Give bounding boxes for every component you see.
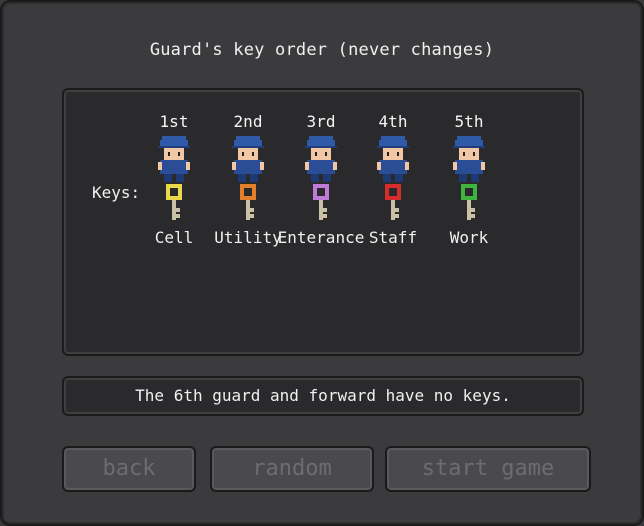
message-box: The 6th guard and forward have no keys. [62, 376, 584, 416]
start-game-button[interactable]: start game [385, 446, 591, 492]
guard-icon [232, 136, 264, 182]
key-name: Work [449, 228, 489, 247]
back-button[interactable]: back [62, 446, 196, 492]
key-icon [240, 184, 256, 220]
info-message: The 6th guard and forward have no keys. [135, 386, 511, 405]
guard-icon [305, 136, 337, 182]
screen-title: Guard's key order (never changes) [149, 40, 495, 60]
key-icon [166, 184, 182, 220]
guard-icon [158, 136, 190, 182]
key-icon [385, 184, 401, 220]
guard-ordinal: 5th [454, 112, 484, 131]
key-icon [461, 184, 477, 220]
random-button[interactable]: random [210, 446, 374, 492]
key-icon [313, 184, 329, 220]
guard-icon [377, 136, 409, 182]
keys-label: Keys: [92, 183, 141, 202]
guard-icon [453, 136, 485, 182]
